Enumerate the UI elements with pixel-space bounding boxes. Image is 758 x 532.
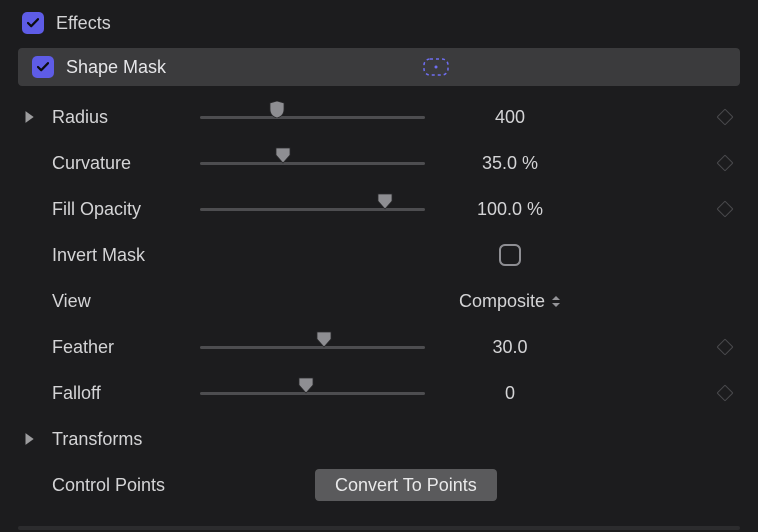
fill-opacity-value[interactable]: 100.0 % — [425, 199, 595, 220]
disclosure-triangle-radius[interactable] — [22, 110, 36, 124]
param-row-fill-opacity: Fill Opacity 100.0 % — [18, 186, 740, 232]
popup-chevrons-icon — [551, 295, 561, 308]
slider-thumb-icon[interactable] — [316, 331, 332, 348]
keyframe-button[interactable] — [717, 201, 734, 218]
param-row-control-points: Control Points Convert To Points — [18, 462, 740, 508]
control-points-label: Control Points — [52, 475, 200, 496]
slider-thumb-icon[interactable] — [377, 193, 393, 210]
shape-mask-icon-slot — [351, 56, 521, 78]
radius-slider[interactable] — [200, 107, 425, 127]
shape-mask-title: Shape Mask — [66, 57, 166, 78]
falloff-value[interactable]: 0 — [425, 383, 595, 404]
shape-mask-titlebar[interactable]: Shape Mask — [18, 48, 740, 86]
effects-header: Effects — [0, 4, 758, 42]
checkmark-icon — [37, 62, 49, 72]
param-row-radius: Radius 400 — [18, 94, 740, 140]
param-row-invert-mask: Invert Mask — [18, 232, 740, 278]
effects-label: Effects — [56, 13, 111, 34]
falloff-label: Falloff — [52, 383, 200, 404]
disclosure-triangle-transforms[interactable] — [22, 432, 36, 446]
keyframe-button[interactable] — [717, 155, 734, 172]
curvature-value[interactable]: 35.0 % — [425, 153, 595, 174]
keyframe-button[interactable] — [717, 385, 734, 402]
view-label: View — [52, 291, 200, 312]
slider-thumb-icon[interactable] — [269, 101, 285, 118]
feather-value[interactable]: 30.0 — [425, 337, 595, 358]
falloff-slider[interactable] — [200, 383, 425, 403]
fill-opacity-slider[interactable] — [200, 199, 425, 219]
view-popup[interactable]: Composite — [425, 291, 595, 312]
radius-label: Radius — [52, 107, 200, 128]
param-row-transforms: Transforms — [18, 416, 740, 462]
fill-opacity-label: Fill Opacity — [52, 199, 200, 220]
feather-slider[interactable] — [200, 337, 425, 357]
curvature-label: Curvature — [52, 153, 200, 174]
feather-label: Feather — [52, 337, 200, 358]
effects-checkbox[interactable] — [22, 12, 44, 34]
radius-value[interactable]: 400 — [425, 107, 595, 128]
keyframe-button[interactable] — [717, 339, 734, 356]
shape-mask-icon — [421, 56, 451, 78]
param-row-feather: Feather 30.0 — [18, 324, 740, 370]
slider-thumb-icon[interactable] — [298, 377, 314, 394]
slider-thumb-icon[interactable] — [275, 147, 291, 164]
param-row-curvature: Curvature 35.0 % — [18, 140, 740, 186]
checkmark-icon — [27, 18, 39, 28]
invert-mask-label: Invert Mask — [52, 245, 200, 266]
keyframe-button[interactable] — [717, 109, 734, 126]
curvature-slider[interactable] — [200, 153, 425, 173]
transforms-label: Transforms — [52, 429, 352, 450]
shape-mask-checkbox[interactable] — [32, 56, 54, 78]
param-row-view: View Composite — [18, 278, 740, 324]
panel-separator — [18, 526, 740, 530]
param-row-falloff: Falloff 0 — [18, 370, 740, 416]
convert-to-points-button[interactable]: Convert To Points — [315, 469, 497, 501]
view-value: Composite — [459, 291, 545, 312]
effects-panel: Shape Mask Radius 400 — [0, 42, 758, 508]
invert-mask-checkbox[interactable] — [499, 244, 521, 266]
